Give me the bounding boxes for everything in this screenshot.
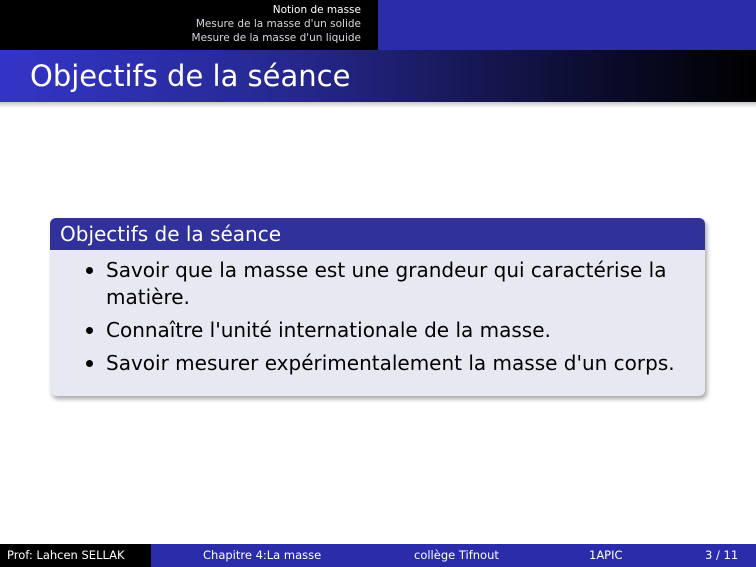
top-navigation-filler xyxy=(378,0,756,50)
bullet-icon xyxy=(86,327,93,334)
block-title: Objectifs de la séance xyxy=(50,218,705,250)
list-item: Savoir que la masse est une grandeur qui… xyxy=(50,257,705,311)
nav-section-notion-de-masse[interactable]: Notion de masse xyxy=(0,3,361,17)
objectives-list: Savoir que la masse est une grandeur qui… xyxy=(50,250,705,377)
footer-page-number: 3 / 11 xyxy=(705,548,739,562)
list-item: Savoir mesurer expérimentalement la mass… xyxy=(50,350,705,377)
list-item-text: Savoir que la masse est une grandeur qui… xyxy=(106,258,667,309)
section-navigation: Notion de masse Mesure de la masse d'un … xyxy=(0,0,378,50)
nav-section-masse-liquide[interactable]: Mesure de la masse d'un liquide xyxy=(0,31,361,45)
footer-info: Chapitre 4:La masse collège Tifnout 1API… xyxy=(151,544,756,567)
top-navigation-bar: Notion de masse Mesure de la masse d'un … xyxy=(0,0,756,50)
frame-title-bar: Objectifs de la séance xyxy=(0,50,756,102)
footer-school: collège Tifnout xyxy=(414,548,499,562)
list-item: Connaître l'unité internationale de la m… xyxy=(50,317,705,344)
list-item-text: Savoir mesurer expérimentalement la mass… xyxy=(106,351,675,375)
objectives-block: Objectifs de la séance Savoir que la mas… xyxy=(50,218,705,396)
footer-bar: Prof: Lahcen SELLAK Chapitre 4:La masse … xyxy=(0,544,756,567)
nav-section-masse-solide[interactable]: Mesure de la masse d'un solide xyxy=(0,17,361,31)
bullet-icon xyxy=(86,267,93,274)
title-bar-shadow xyxy=(0,102,756,108)
footer-author: Prof: Lahcen SELLAK xyxy=(0,544,151,567)
footer-chapter: Chapitre 4:La masse xyxy=(203,548,322,562)
list-item-text: Connaître l'unité internationale de la m… xyxy=(106,318,551,342)
footer-class: 1APIC xyxy=(589,548,623,562)
bullet-icon xyxy=(86,360,93,367)
frame-title: Objectifs de la séance xyxy=(30,59,351,93)
